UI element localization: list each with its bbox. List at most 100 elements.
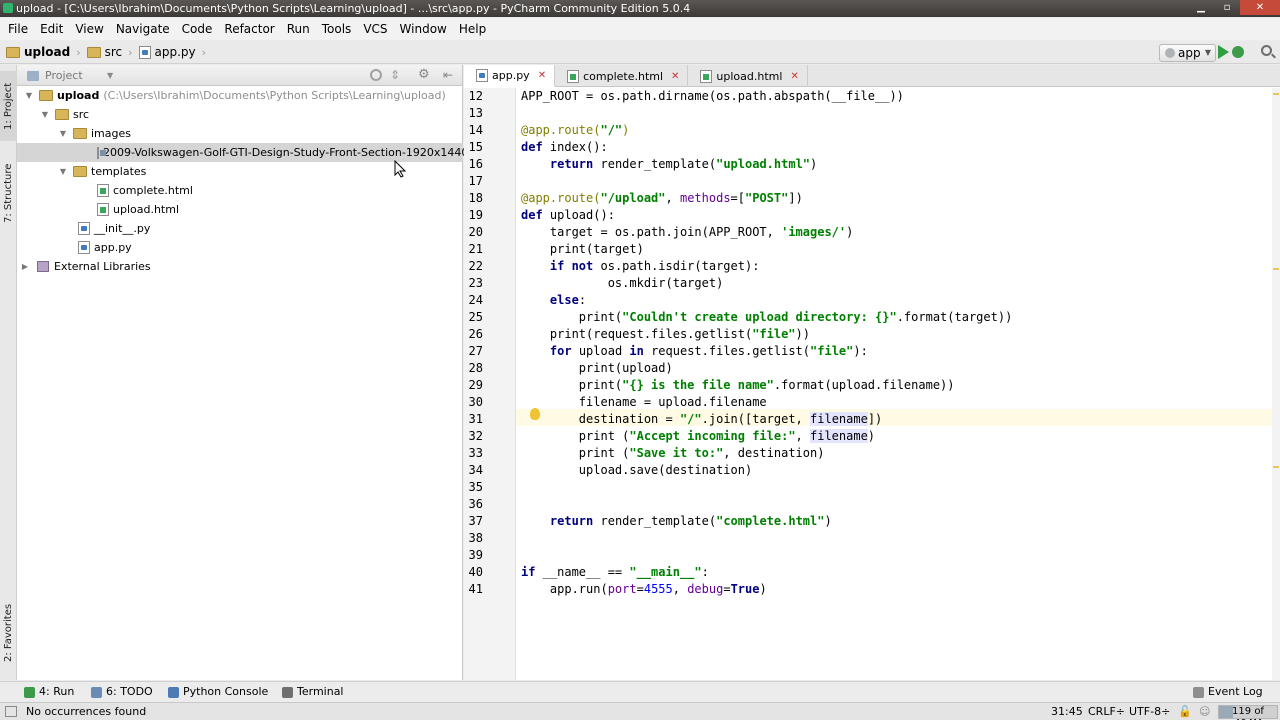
warning-marker[interactable] (1273, 466, 1279, 468)
breadcrumb-upload[interactable]: upload › (0, 45, 81, 59)
run-tool-button[interactable]: 4: Run (24, 685, 74, 699)
file-encoding[interactable]: UTF-8÷ (1129, 703, 1170, 720)
minimize-icon[interactable]: ▁ (1188, 0, 1214, 15)
maximize-icon[interactable]: ▫ (1214, 0, 1240, 15)
close-tab-icon[interactable]: ✕ (671, 71, 679, 82)
run-icon[interactable] (1218, 45, 1229, 59)
expand-arrow-icon[interactable]: ▼ (57, 124, 69, 143)
hide-panel-icon[interactable]: ⇤ (443, 69, 455, 81)
menu-window[interactable]: Window (394, 18, 453, 40)
line-number: 37 (468, 514, 483, 528)
image-file-icon (97, 146, 106, 159)
code-line: print("{} is the file name".format(uploa… (521, 378, 955, 392)
memory-indicator[interactable]: 119 of 494M (1218, 705, 1278, 720)
tree-item-complete-html[interactable]: complete.html (17, 181, 463, 200)
code-line: print(upload) (521, 361, 673, 375)
line-number: 39 (468, 548, 483, 562)
memory-label: 119 of 494M (1232, 706, 1264, 720)
code-line: app.run(port=4555, debug=True) (521, 582, 767, 596)
project-view-selector[interactable]: Project (27, 65, 83, 86)
tab-label: app.py (492, 69, 530, 82)
tree-item-upload-html[interactable]: upload.html (17, 200, 463, 219)
menu-run[interactable]: Run (281, 18, 316, 40)
status-bar: No occurrences found 31:45 CRLF÷ UTF-8÷ … (0, 702, 1280, 720)
line-number: 38 (468, 531, 483, 545)
line-number: 20 (468, 225, 483, 239)
line-number: 33 (468, 446, 483, 460)
tree-item-app-py[interactable]: app.py (17, 238, 463, 257)
line-number: 18 (468, 191, 483, 205)
run-icon (24, 686, 35, 698)
tree-item-upload[interactable]: ▼ upload (C:\Users\Ibrahim\Documents\Pyt… (17, 86, 463, 105)
tab-complete-html[interactable]: complete.html ✕ (555, 65, 689, 87)
menu-refactor[interactable]: Refactor (218, 18, 280, 40)
collapse-all-icon[interactable]: ⇕ (390, 69, 402, 81)
warning-marker[interactable] (1273, 268, 1279, 270)
project-tool-tab[interactable]: 1: Project (0, 71, 17, 141)
warning-marker[interactable] (1273, 93, 1279, 95)
expand-arrow-icon[interactable]: ▼ (57, 162, 69, 181)
debug-icon[interactable] (1232, 46, 1244, 58)
python-console-button[interactable]: Python Console (168, 685, 268, 699)
tree-label: External Libraries (54, 260, 151, 273)
line-number: 25 (468, 310, 483, 324)
folder-icon (73, 128, 87, 139)
project-panel: Project ▼ ⇕ ⚙ ⇤ ▼ upload (C:\Users\Ibrah… (17, 65, 489, 680)
event-log-label: Event Log (1208, 685, 1263, 698)
breadcrumb-app-py[interactable]: app.py › (133, 45, 206, 59)
menu-vcs[interactable]: VCS (357, 18, 393, 40)
scroll-from-source-icon[interactable] (370, 69, 382, 81)
editor-tab-bar: app.py ✕ complete.html ✕ upload.html ✕ (464, 65, 1280, 87)
python-file-icon (476, 69, 488, 82)
close-tab-icon[interactable]: ✕ (790, 71, 798, 82)
chevron-down-icon[interactable]: ▼ (107, 65, 113, 86)
breadcrumb-label: upload (24, 45, 71, 59)
menu-navigate[interactable]: Navigate (110, 18, 176, 40)
code-line: filename = upload.filename (521, 395, 767, 409)
tree-item-src[interactable]: ▼ src (17, 105, 463, 124)
gear-icon[interactable]: ⚙ (418, 68, 430, 81)
chevron-down-icon: ▼ (1204, 48, 1211, 57)
tab-app-py[interactable]: app.py ✕ (464, 65, 556, 87)
menu-code[interactable]: Code (176, 18, 219, 40)
search-icon[interactable] (1261, 45, 1272, 56)
expand-arrow-icon[interactable]: ▼ (39, 105, 51, 124)
event-log-button[interactable]: Event Log (1193, 685, 1263, 699)
todo-tool-button[interactable]: 6: TODO (91, 685, 153, 699)
breadcrumb-src[interactable]: src › (81, 45, 133, 59)
code-line: @app.route("/") (521, 123, 630, 137)
terminal-button[interactable]: Terminal (282, 685, 344, 699)
menu-help[interactable]: Help (453, 18, 492, 40)
line-separator[interactable]: CRLF÷ (1088, 703, 1125, 720)
status-message: No occurrences found (26, 705, 147, 718)
menu-view[interactable]: View (69, 18, 109, 40)
close-icon[interactable]: ✕ (1240, 0, 1280, 15)
expand-arrow-icon[interactable]: ▶ (19, 257, 31, 276)
tab-upload-html[interactable]: upload.html ✕ (688, 65, 808, 87)
error-stripe[interactable] (1272, 88, 1280, 680)
expand-arrow-icon[interactable]: ▼ (23, 86, 35, 105)
menu-tools[interactable]: Tools (316, 18, 358, 40)
lock-icon[interactable]: 🔓 (1178, 703, 1192, 720)
line-number: 27 (468, 344, 483, 358)
project-panel-header: Project ▼ ⇕ ⚙ ⇤ (17, 65, 462, 86)
caret-position[interactable]: 31:45 (1051, 703, 1083, 720)
favorites-tool-tab[interactable]: 2: Favorites (0, 595, 17, 670)
line-number: 19 (468, 208, 483, 222)
menu-file[interactable]: File (2, 18, 34, 40)
code-area[interactable]: APP_ROOT = os.path.dirname(os.path.abspa… (521, 88, 1276, 680)
structure-tool-tab[interactable]: 7: Structure (0, 153, 17, 233)
line-number: 34 (468, 463, 483, 477)
toggle-tool-windows-icon[interactable] (5, 706, 17, 717)
tree-item-init-py[interactable]: __init__.py (17, 219, 463, 238)
close-tab-icon[interactable]: ✕ (538, 70, 546, 81)
inspection-icon[interactable]: ☺ (1199, 703, 1210, 720)
tree-item-images[interactable]: ▼ images (17, 124, 463, 143)
line-number: 23 (468, 276, 483, 290)
tree-item-external-libraries[interactable]: ▶ External Libraries (17, 257, 463, 276)
tree-label: app.py (94, 241, 132, 254)
menu-edit[interactable]: Edit (34, 18, 69, 40)
project-header-label: Project (45, 69, 83, 82)
tab-label: complete.html (583, 69, 664, 83)
run-configuration-select[interactable]: app ▼ (1159, 44, 1216, 62)
